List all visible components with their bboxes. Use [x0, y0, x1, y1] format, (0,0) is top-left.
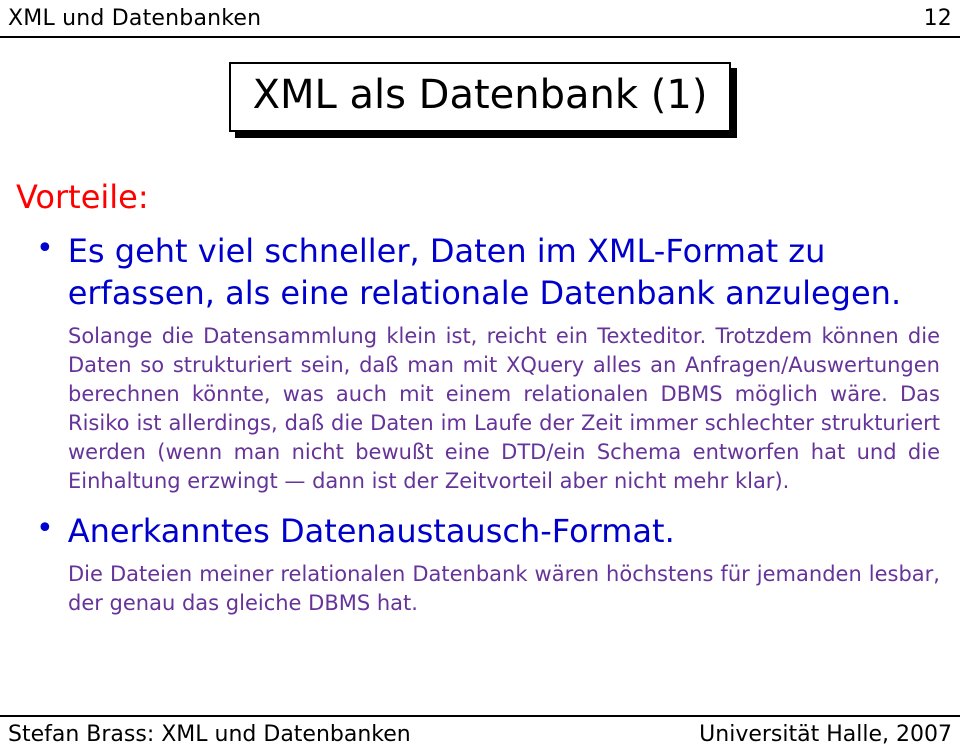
header-left: XML und Datenbanken [8, 6, 261, 31]
bullet-text: Anerkanntes Datenaustausch-Format. [68, 510, 675, 552]
footer-rule [0, 715, 960, 717]
slide-title-container: XML als Datenbank (1) [0, 62, 960, 132]
footer-left: Stefan Brass: XML und Datenbanken [8, 722, 411, 747]
page-footer: Stefan Brass: XML und Datenbanken Univer… [8, 722, 952, 747]
bullet-subtext: Solange die Datensammlung klein ist, rei… [68, 322, 940, 496]
page-header: XML und Datenbanken 12 [8, 6, 952, 31]
bullet-marker-icon: • [36, 510, 54, 548]
header-rule [0, 36, 960, 38]
bullet-text: Es geht viel schneller, Daten im XML-For… [68, 230, 940, 314]
section-label: Vorteile: [16, 178, 940, 216]
bullet-item: • Es geht viel schneller, Daten im XML-F… [36, 230, 940, 314]
header-page-number: 12 [924, 6, 952, 31]
bullet-marker-icon: • [36, 230, 54, 268]
footer-right: Universität Halle, 2007 [699, 722, 952, 747]
slide-title: XML als Datenbank (1) [229, 62, 732, 132]
slide-content: Vorteile: • Es geht viel schneller, Date… [16, 160, 940, 628]
bullet-subtext: Die Dateien meiner relationalen Datenban… [68, 560, 940, 618]
slide-title-box: XML als Datenbank (1) [229, 62, 732, 132]
bullet-item: • Anerkanntes Datenaustausch-Format. [36, 510, 940, 552]
